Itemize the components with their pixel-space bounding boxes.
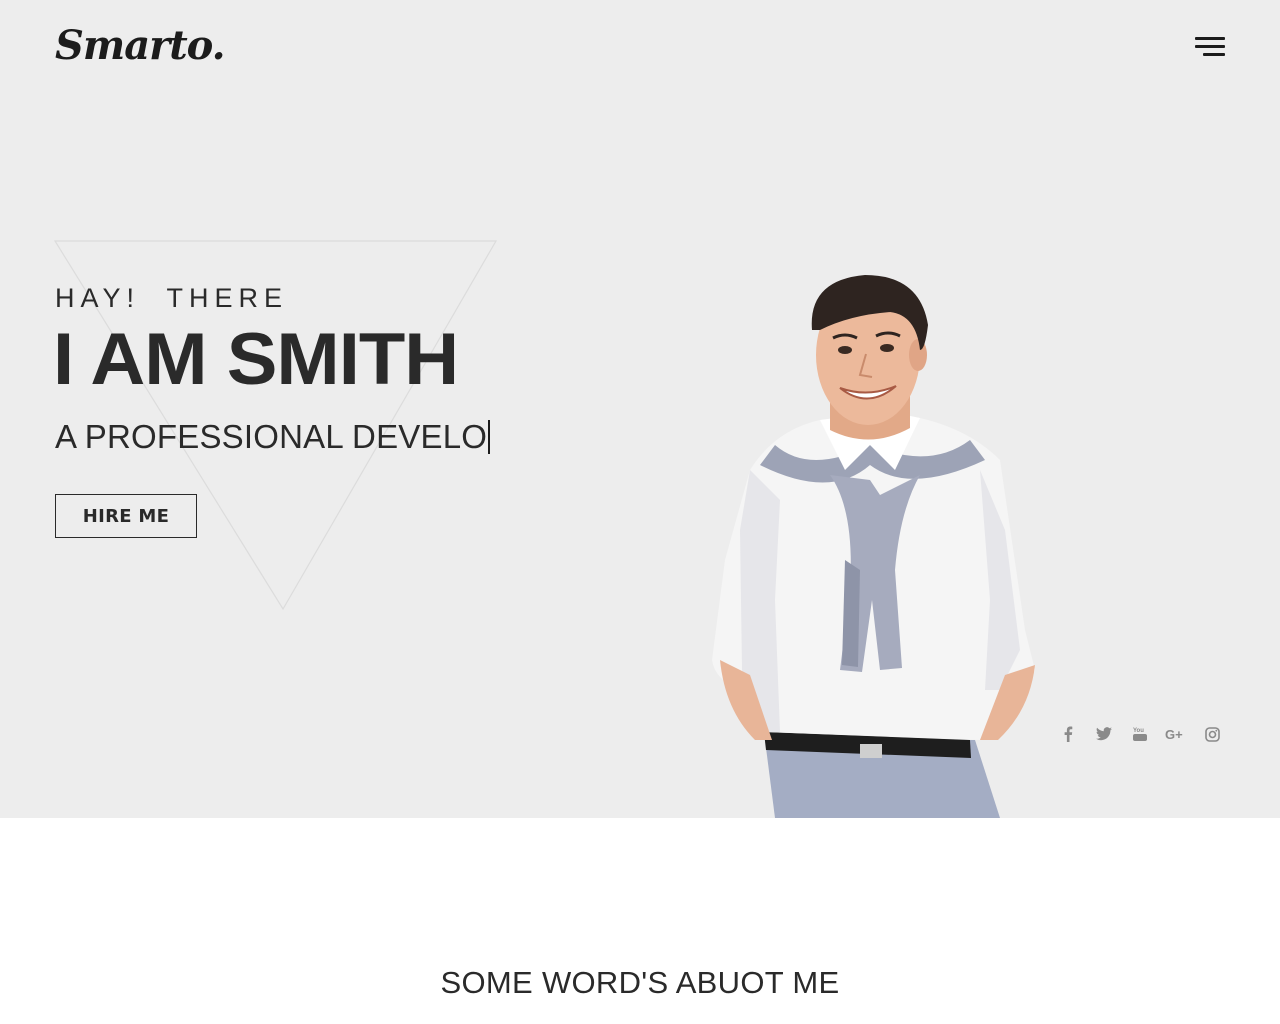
hamburger-menu-icon[interactable] (1192, 34, 1228, 62)
hero-greeting: HAY! THERE (55, 283, 289, 313)
hire-me-button[interactable]: HIRE ME (55, 494, 197, 538)
twitter-icon[interactable] (1086, 720, 1122, 748)
site-logo[interactable]: Smarto. (55, 22, 226, 69)
profile-photo (712, 275, 1035, 818)
svg-text:G+: G+ (1165, 727, 1183, 741)
hero-headline: I AM SMITH (53, 318, 459, 401)
instagram-icon[interactable] (1194, 720, 1230, 748)
svg-text:You: You (1133, 728, 1144, 734)
facebook-icon[interactable] (1050, 720, 1086, 748)
typed-text: A PROFESSIONAL DEVELO (55, 418, 488, 455)
typing-cursor (488, 420, 491, 454)
about-section-title: SOME WORD'S ABUOT ME (440, 965, 840, 1000)
youtube-icon[interactable]: You (1122, 720, 1158, 748)
hero-section: Smarto. HAY! THERE I AM SMITH A PROFESSI… (0, 0, 1280, 818)
google-plus-icon[interactable]: G+ (1158, 720, 1194, 748)
hero-typed-subtitle: A PROFESSIONAL DEVELO (55, 418, 491, 456)
social-links: You G+ (1050, 720, 1230, 748)
